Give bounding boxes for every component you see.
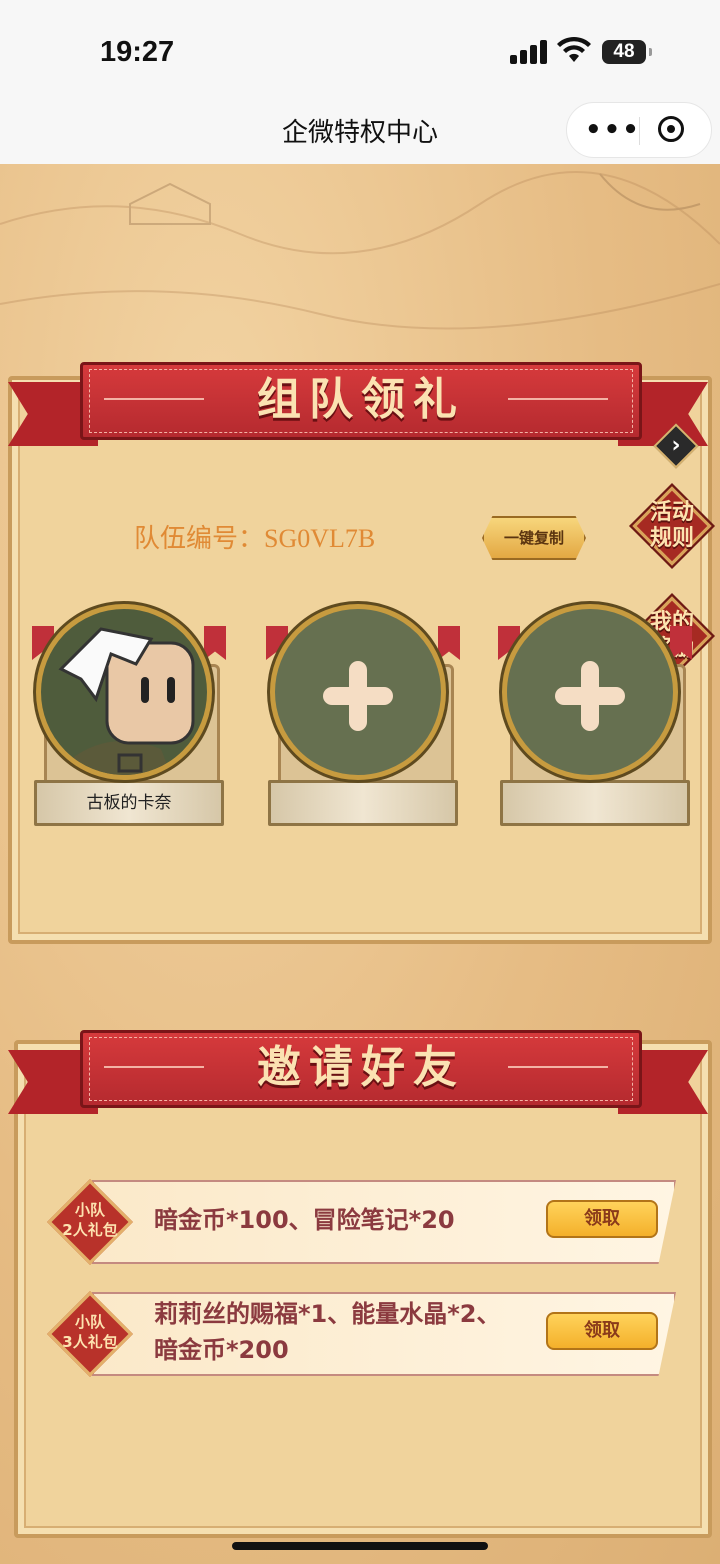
invite-banner-title: 邀请好友 <box>257 1042 465 1093</box>
claim-button[interactable]: 领取 <box>546 1200 658 1238</box>
nav-bar: 企微特权中心 ••• <box>0 98 720 164</box>
wifi-icon <box>557 36 591 62</box>
capsule-divider <box>639 117 640 145</box>
member-name: 古板的卡奈 <box>86 793 172 813</box>
reward-row: 小队 3人礼包 莉莉丝的赐福*1、能量水晶*2、暗金币*200 领取 <box>44 1288 684 1380</box>
member-avatar <box>36 604 212 780</box>
close-mini-program-icon[interactable] <box>658 116 684 142</box>
reward-row: 小队 2人礼包 暗金币*100、冒险笔记*20 领取 <box>44 1176 684 1268</box>
activity-rules-button[interactable]: 活动 规则 <box>632 486 712 566</box>
team-banner-title: 组队领礼 <box>257 374 465 425</box>
reward-badge: 小队 2人礼包 <box>44 1176 136 1268</box>
battery-icon: 48 <box>602 40 652 64</box>
more-icon[interactable]: ••• <box>585 117 641 143</box>
status-time: 19:27 <box>100 36 175 68</box>
member-name-plate <box>500 780 690 826</box>
reward-description: 莉莉丝的赐福*1、能量水晶*2、暗金币*200 <box>154 1300 501 1364</box>
home-indicator <box>232 1542 488 1550</box>
cellular-signal-icon <box>510 40 548 64</box>
copy-team-number-button[interactable]: 一键复制 <box>482 516 586 560</box>
member-name-plate: 古板的卡奈 <box>34 780 224 826</box>
member-name-plate <box>268 780 458 826</box>
status-bar: 19:27 48 <box>0 0 720 98</box>
activity-rules-label: 活动 规则 <box>649 500 694 551</box>
team-member-slot[interactable] <box>498 604 692 828</box>
team-number: 队伍编号：SG0VL7B <box>134 524 376 553</box>
claim-button[interactable]: 领取 <box>546 1312 658 1350</box>
reward-badge: 小队 3人礼包 <box>44 1288 136 1380</box>
add-member-button[interactable] <box>502 604 678 780</box>
character-avatar-icon <box>58 627 195 775</box>
chevron-right-icon: › <box>671 433 681 458</box>
map-decoration <box>0 171 720 330</box>
add-member-button[interactable] <box>270 604 446 780</box>
reward-description: 暗金币*100、冒险笔记*20 <box>154 1206 455 1234</box>
mini-program-capsule: ••• <box>566 102 712 158</box>
invite-banner: 邀请好友 <box>8 1030 708 1120</box>
team-banner: 组队领礼 <box>8 362 708 452</box>
team-member-slot[interactable] <box>266 604 460 828</box>
team-member-slot[interactable]: 古板的卡奈 <box>32 604 226 828</box>
